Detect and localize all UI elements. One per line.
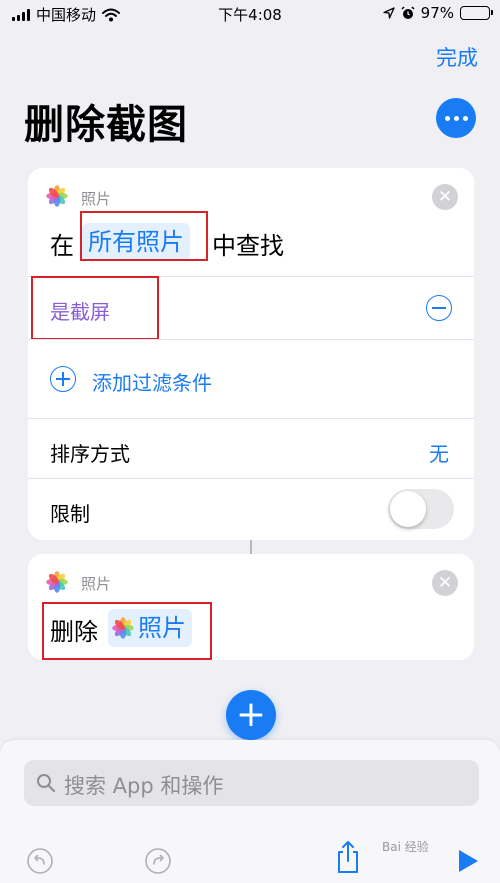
add-action-button[interactable]: + <box>226 690 276 740</box>
ellipsis-dot <box>462 115 468 121</box>
more-button[interactable] <box>436 98 476 138</box>
alarm-clock-icon <box>401 6 415 19</box>
limit-label: 限制 <box>50 502 90 526</box>
battery-percent: 97% <box>420 4 454 22</box>
remove-action-button[interactable]: ✕ <box>432 184 458 210</box>
remove-action-button[interactable]: ✕ <box>432 570 458 596</box>
close-icon: ✕ <box>437 572 453 593</box>
filter-highlight-box <box>31 276 159 340</box>
sort-by-label: 排序方式 <box>50 442 130 466</box>
card-app-label: 照片 <box>81 190 112 208</box>
find-prefix-text: 在 <box>50 232 74 260</box>
divider <box>28 339 474 340</box>
add-filter-icon[interactable] <box>50 366 76 392</box>
find-photos-action-card[interactable]: 照片 ✕ 在 所有照片 中查找 是截屏 添加过滤条件 排序方式 无 限制 <box>28 168 474 540</box>
photos-app-icon <box>46 185 68 207</box>
ellipsis-dot <box>453 115 459 121</box>
remove-filter-button[interactable] <box>426 295 452 321</box>
baidu-watermark: Bai 经验 <box>382 840 429 854</box>
search-icon <box>37 774 56 793</box>
status-right: 97% <box>383 4 493 22</box>
sort-by-value[interactable]: 无 <box>429 438 449 467</box>
plus-icon: + <box>235 694 267 735</box>
delete-highlight-box <box>42 602 212 660</box>
play-icon[interactable] <box>456 848 480 874</box>
close-icon: ✕ <box>437 186 453 207</box>
divider <box>28 478 474 479</box>
ellipsis-icon <box>444 115 450 121</box>
find-suffix-text: 中查找 <box>212 232 284 260</box>
battery-icon <box>460 6 493 20</box>
toggle-knob <box>390 491 426 527</box>
status-bar: 中国移动 下午4:08 97% <box>0 0 500 28</box>
action-connector-line <box>250 540 252 554</box>
location-arrow-icon <box>383 7 395 19</box>
limit-toggle[interactable] <box>388 489 454 529</box>
search-placeholder: 搜索 App 和操作 <box>64 774 224 798</box>
delete-photos-action-card[interactable]: 照片 ✕ 删除 照片 <box>28 554 474 660</box>
token-highlight-box <box>80 211 208 261</box>
photos-app-icon <box>46 571 68 593</box>
card-app-label: 照片 <box>81 575 112 593</box>
action-search-sheet: 搜索 App 和操作 <box>0 740 500 883</box>
redo-icon[interactable] <box>144 847 172 875</box>
done-button[interactable]: 完成 <box>436 42 478 72</box>
search-input[interactable]: 搜索 App 和操作 <box>24 760 479 806</box>
divider <box>28 418 474 419</box>
share-icon[interactable] <box>334 840 362 874</box>
page-title: 删除截图 <box>24 102 188 148</box>
undo-icon[interactable] <box>26 847 54 875</box>
add-filter-button[interactable]: 添加过滤条件 <box>92 367 212 396</box>
